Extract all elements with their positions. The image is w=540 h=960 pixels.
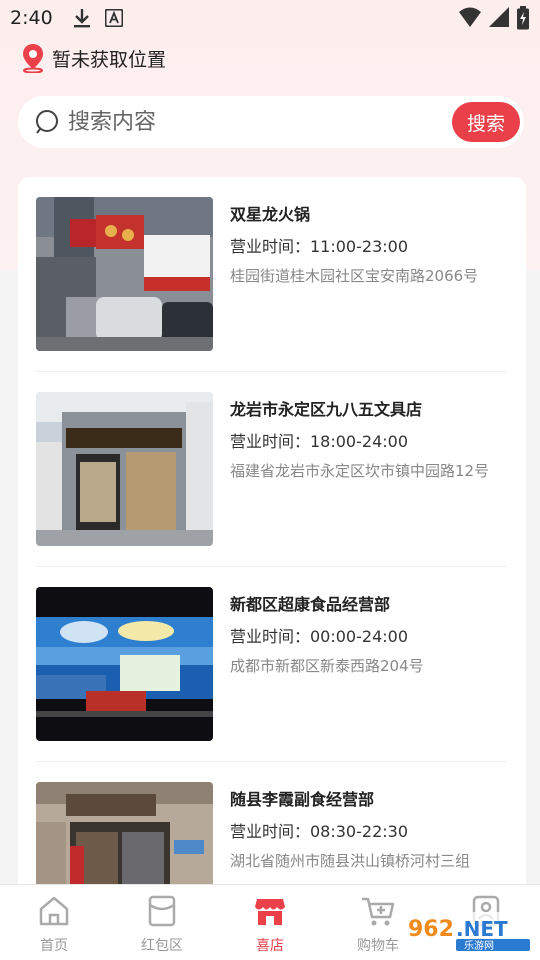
store-hours: 营业时间：11:00-23:00 [230, 237, 408, 256]
cart-icon [362, 897, 395, 926]
store-name: 双星龙火锅 [230, 205, 311, 224]
store-address: 成都市新都区新泰西路204号 [230, 657, 424, 675]
store-name: 随县李霞副食经营部 [230, 790, 375, 809]
store-item[interactable]: 双星龙火锅 营业时间：11:00-23:00 桂园街道桂木园社区宝安南路2066… [36, 177, 506, 372]
wifi-icon [458, 6, 482, 34]
store-icon [255, 899, 285, 925]
search-bar: 搜索 [18, 96, 524, 148]
svg-text:962: 962 [408, 917, 454, 942]
store-address: 湖北省随州市随县洪山镇桥河村三组 [230, 852, 471, 870]
store-hours: 营业时间：00:00-24:00 [230, 627, 408, 646]
location-pin-icon [20, 43, 46, 74]
tab-red-envelope[interactable]: 红包区 [108, 893, 216, 957]
store-photo [36, 197, 213, 351]
tab-home[interactable]: 首页 [0, 893, 108, 957]
store-photo [36, 587, 213, 741]
tab-label: 首页 [40, 938, 68, 954]
status-time: 2:40 [10, 7, 53, 29]
store-item[interactable]: 随县李霞副食经营部 营业时间：08:30-22:30 湖北省随州市随县洪山镇桥河… [36, 762, 506, 897]
store-address: 桂园街道桂木园社区宝安南路2066号 [230, 267, 479, 285]
tab-label: 喜店 [256, 938, 284, 954]
download-icon [71, 7, 93, 29]
tab-label: 购物车 [357, 938, 399, 954]
store-hours: 营业时间：18:00-24:00 [230, 432, 408, 451]
search-input[interactable] [68, 109, 428, 135]
status-bar: 2:40 [0, 0, 540, 36]
tab-label: 红包区 [141, 938, 183, 954]
svg-text:.NET: .NET [456, 917, 508, 941]
store-hours: 营业时间：08:30-22:30 [230, 822, 408, 841]
store-name: 新都区超康食品经营部 [230, 595, 391, 614]
watermark-logo: 962 .NET 乐游网 [400, 908, 536, 956]
store-name: 龙岩市永定区九八五文具店 [230, 400, 423, 419]
home-icon [39, 896, 69, 926]
store-address: 福建省龙岩市永定区坎市镇中园路12号 [230, 462, 490, 480]
svg-text:乐游网: 乐游网 [464, 939, 494, 952]
store-item[interactable]: 龙岩市永定区九八五文具店 营业时间：18:00-24:00 福建省龙岩市永定区坎… [36, 372, 506, 567]
tab-store[interactable]: 喜店 [216, 893, 324, 957]
font-icon [103, 7, 125, 29]
search-button[interactable]: 搜索 [452, 102, 520, 142]
red-envelope-icon [148, 895, 176, 927]
location-selector[interactable]: 暂未获取位置 [20, 42, 166, 74]
search-icon [34, 107, 64, 137]
store-photo [36, 392, 213, 546]
location-text: 暂未获取位置 [52, 48, 167, 71]
store-item[interactable]: 新都区超康食品经营部 营业时间：00:00-24:00 成都市新都区新泰西路20… [36, 567, 506, 762]
signal-icon [488, 6, 510, 34]
battery-icon [516, 6, 530, 34]
store-list: 双星龙火锅 营业时间：11:00-23:00 桂园街道桂木园社区宝安南路2066… [18, 177, 526, 897]
store-photo [36, 782, 213, 897]
